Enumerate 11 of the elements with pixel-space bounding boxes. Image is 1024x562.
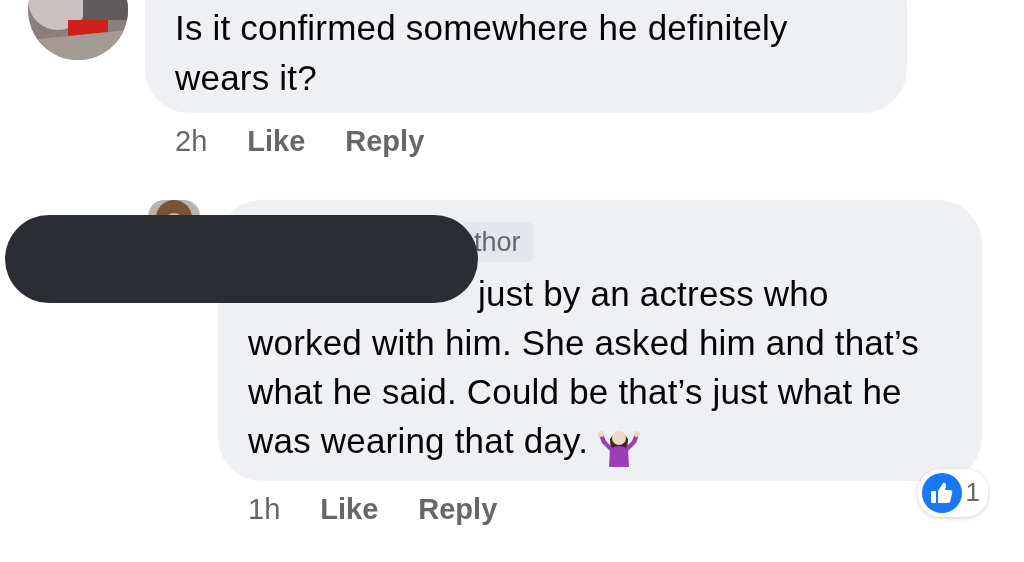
like-link[interactable]: Like [247,121,306,161]
like-icon [921,472,962,513]
reply-link[interactable]: Reply [345,121,425,161]
timestamp: 1h [248,491,281,527]
reaction-number: 1 [965,476,980,510]
like-link[interactable]: Like [320,488,379,529]
reaction-count[interactable]: 1 [917,468,988,517]
reply-link[interactable]: Reply [418,488,498,529]
comment-text: just by an actress who worked with him. She asked him and that’s what he said. Could be that’s just what he was wearing that day. [248,269,952,467]
comment-text: Is it confirmed somewhere he definitely wears it? [175,7,789,99]
timestamp: 2h [175,124,208,159]
